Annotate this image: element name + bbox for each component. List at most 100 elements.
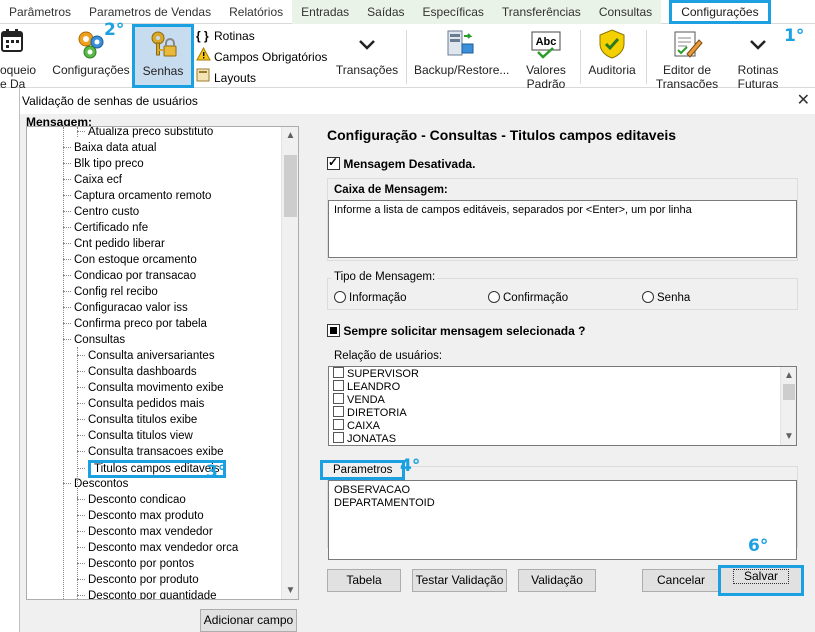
tree-item[interactable]: Consulta transacoes exibe [77, 444, 224, 460]
tree-item[interactable]: Consulta dashboards [77, 364, 197, 380]
menu-tab-8[interactable]: Configurações [669, 0, 771, 24]
tree-item[interactable]: Desconto por pontos [77, 556, 194, 572]
salvar-button[interactable]: Salvar [718, 565, 804, 596]
layouts-label: Layouts [214, 71, 257, 85]
tree-item[interactable]: Consulta titulos view [77, 428, 193, 444]
tree-item[interactable]: Titulos campos editaveis [77, 460, 226, 478]
caixa-mensagem-textarea[interactable]: Informe a lista de campos editáveis, sep… [328, 200, 797, 258]
menu-tab-6[interactable]: Transferências [492, 0, 590, 24]
radio-confirmacao[interactable]: Confirmação [488, 291, 568, 304]
user-item[interactable]: LEANDRO [329, 380, 796, 393]
menu-tab-0[interactable]: Parâmetros [0, 0, 80, 24]
menu-tab-7[interactable]: Consultas [589, 0, 662, 24]
checkbox-icon[interactable] [333, 380, 344, 391]
tree-item[interactable]: Desconto max vendedor [77, 524, 213, 540]
user-item[interactable]: JONATAS [329, 432, 796, 445]
tree-item[interactable]: Consultas [63, 332, 125, 348]
msg-desativada-label: Mensagem Desativada. [343, 157, 476, 171]
tree-item[interactable]: Condicao por transacao [63, 268, 196, 284]
checkbox-icon[interactable] [333, 419, 344, 430]
tree-item[interactable]: Consulta titulos exibe [77, 412, 197, 428]
tree-item[interactable]: Desconto condicao [77, 492, 186, 508]
scroll-down-icon[interactable]: ▼ [781, 428, 796, 445]
menu-tab-1[interactable]: Parametros de Vendas [80, 0, 220, 24]
user-item[interactable]: CAIXA [329, 419, 796, 432]
tree-item[interactable]: Consulta pedidos mais [77, 396, 204, 412]
tree-connector [77, 499, 85, 501]
rotinas-futuras-button[interactable]: Rotinas Futuras [726, 24, 790, 91]
senhas-label: Senhas [142, 64, 184, 78]
tree-item[interactable]: Blk tipo preco [63, 156, 144, 172]
user-item[interactable]: VENDA [329, 393, 796, 406]
tree-item[interactable]: Captura orcamento remoto [63, 188, 211, 204]
tree-item[interactable]: Con estoque orcamento [63, 252, 197, 268]
checkbox-indeterminate-icon[interactable] [327, 324, 340, 337]
cancelar-button[interactable]: Cancelar [642, 569, 720, 592]
tree-item[interactable]: Configuracao valor iss [63, 300, 188, 316]
scroll-thumb[interactable] [284, 155, 297, 217]
radio-icon[interactable] [488, 291, 500, 303]
user-item[interactable]: DIRETORIA [329, 406, 796, 419]
rotinas-button[interactable]: { } Rotinas [196, 26, 327, 47]
sempre-solicitar-label: Sempre solicitar mensagem selecionada ? [343, 324, 586, 338]
tree-item[interactable]: Desconto por produto [77, 572, 199, 588]
user-label: DIRETORIA [347, 407, 407, 419]
auditoria-button[interactable]: Auditoria [584, 24, 640, 77]
menu-tab-2[interactable]: Relatórios [220, 0, 292, 24]
menu-tab-5[interactable]: Específicas [413, 0, 493, 24]
tree-item[interactable]: Descontos [63, 476, 128, 492]
adicionar-campo-button[interactable]: Adicionar campo [200, 609, 297, 632]
tree-item[interactable]: Caixa ecf [63, 172, 122, 188]
tree-item[interactable]: Consulta movimento exibe [77, 380, 224, 396]
bloqueio-button[interactable]: oqueio e Da [0, 24, 40, 91]
radio-informacao[interactable]: Informação [334, 291, 407, 304]
parametros-textarea[interactable]: OBSERVACAO DEPARTAMENTOID [328, 480, 797, 560]
checkbox-icon[interactable] [333, 367, 344, 378]
transacoes-button[interactable]: Transações [334, 24, 400, 77]
radio-icon[interactable] [642, 291, 654, 303]
tree-connector [77, 468, 85, 470]
editor-transacoes-button[interactable]: Editor de Transações [654, 24, 720, 91]
scroll-up-icon[interactable]: ▲ [781, 367, 796, 384]
tree-item[interactable]: Atualiza preco substituto [77, 127, 213, 140]
shield-check-icon [596, 28, 628, 60]
senhas-button[interactable]: Senhas [132, 24, 194, 88]
tree-scrollbar[interactable]: ▲ ▼ [281, 127, 298, 599]
tree-item[interactable]: Cnt pedido liberar [63, 236, 165, 252]
tabela-button[interactable]: Tabela [327, 569, 401, 592]
menu-tab-3[interactable]: Entradas [292, 0, 359, 24]
checkbox-checked-icon[interactable] [327, 155, 340, 170]
radio-icon[interactable] [334, 291, 346, 303]
backup-restore-button[interactable]: Backup/Restore... [414, 24, 509, 77]
tree-item[interactable]: Consulta aniversariantes [77, 348, 215, 364]
tree-item[interactable]: Config rel recibo [63, 284, 158, 300]
tree-item[interactable]: Desconto max vendedor orca [77, 540, 238, 556]
user-item[interactable]: SUPERVISOR [329, 367, 796, 380]
tree-item[interactable]: Baixa data atual [63, 140, 156, 156]
scroll-up-icon[interactable]: ▲ [282, 127, 298, 144]
users-scrollbar[interactable]: ▲ ▼ [780, 367, 796, 445]
testar-validacao-button[interactable]: Testar Validação [412, 569, 507, 592]
layouts-button[interactable]: Layouts [196, 68, 327, 89]
tree-item[interactable]: Desconto por quantidade [77, 588, 217, 599]
menu-tab-4[interactable]: Saídas [358, 0, 414, 24]
msg-desativada-checkbox[interactable]: Mensagem Desativada. [327, 155, 476, 171]
radio-senha[interactable]: Senha [642, 291, 690, 304]
scroll-thumb[interactable] [783, 384, 795, 400]
campos-obrigatorios-button[interactable]: Campos Obrigatórios [196, 46, 327, 68]
message-tree: Atualiza preco substituto Baixa data atua… [26, 126, 299, 600]
scroll-down-icon[interactable]: ▼ [282, 582, 298, 599]
tree-item[interactable]: Confirma preco por tabela [63, 316, 207, 332]
key-lock-icon [147, 29, 179, 61]
checkbox-icon[interactable] [333, 432, 344, 443]
checkbox-icon[interactable] [333, 406, 344, 417]
validacao-button[interactable]: Validação [518, 569, 596, 592]
tree-item[interactable]: Centro custo [63, 204, 139, 220]
sempre-solicitar-checkbox[interactable]: Sempre solicitar mensagem selecionada ? [327, 324, 585, 338]
checkbox-icon[interactable] [333, 393, 344, 404]
valores-padrao-button[interactable]: Abc Valores Padrão [518, 24, 574, 91]
tree-item[interactable]: Certificado nfe [63, 220, 148, 236]
close-icon[interactable]: ✕ [797, 88, 810, 114]
tree-item[interactable]: Desconto max produto [77, 508, 204, 524]
relacao-usuarios-label: Relação de usuários: [332, 350, 445, 362]
